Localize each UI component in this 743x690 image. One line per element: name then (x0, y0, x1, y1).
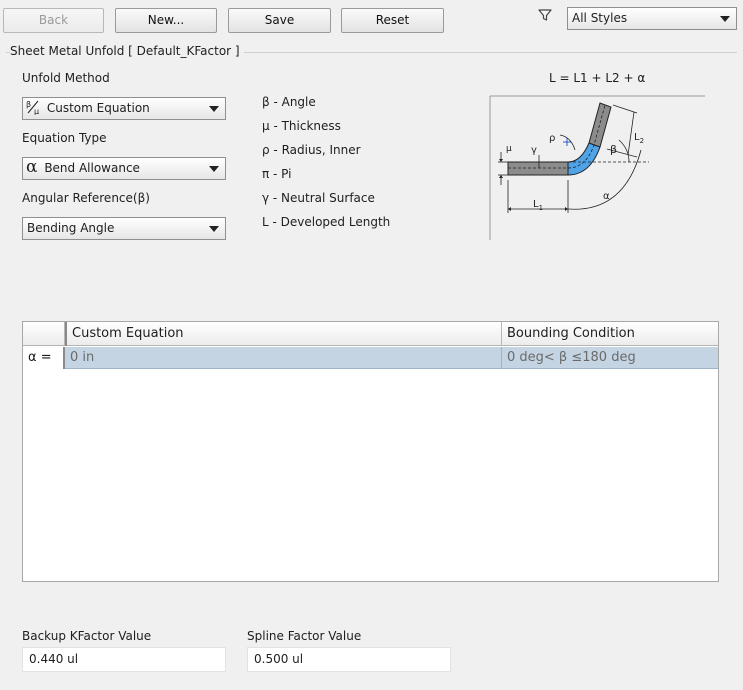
group-title: Sheet Metal Unfold [ Default_KFactor ] (10, 44, 244, 58)
legend-neutral-surface: γ - Neutral Surface (262, 191, 375, 205)
chevron-down-icon (209, 166, 219, 172)
equation-type-label: Equation Type (22, 131, 107, 145)
svg-text:μ: μ (34, 107, 39, 115)
table-row[interactable]: α = 0 in 0 deg< β ≤180 deg (23, 347, 718, 369)
equation-cell[interactable]: 0 in (65, 347, 502, 369)
row-label-cell: α = (23, 347, 65, 369)
table-header: Custom Equation Bounding Condition (23, 322, 718, 346)
angular-reference-value: Bending Angle (27, 221, 115, 235)
back-button[interactable]: Back (3, 8, 104, 33)
rho-label: ρ (549, 133, 555, 144)
angular-reference-label: Angular Reference(β) (22, 191, 150, 205)
alpha-label: α (603, 191, 610, 202)
save-button[interactable]: Save (228, 8, 331, 33)
l2-label: L2 (634, 132, 644, 145)
bend-diagram: μ γ ρ β α L1 L2 (489, 95, 706, 241)
svg-text:β: β (26, 100, 31, 109)
l1-label: L1 (533, 199, 543, 212)
spline-factor-field[interactable]: 0.500 ul (247, 647, 451, 672)
equation-type-value: Bend Allowance (44, 161, 140, 175)
chevron-down-icon (209, 106, 219, 112)
table-header-bounding-condition[interactable]: Bounding Condition (502, 322, 718, 346)
custom-equation-icon: β μ (25, 99, 43, 116)
table-header-row-label (23, 322, 65, 346)
chevron-down-icon (209, 226, 219, 232)
reset-button[interactable]: Reset (341, 8, 444, 33)
table-header-custom-equation[interactable]: Custom Equation (65, 322, 502, 346)
equation-table: Custom Equation Bounding Condition α = 0… (22, 321, 719, 582)
unfold-method-label: Unfold Method (22, 71, 110, 85)
legend-radius: ρ - Radius, Inner (262, 143, 361, 157)
legend-angle: β - Angle (262, 95, 316, 109)
legend-developed-length: L - Developed Length (262, 215, 391, 229)
backup-kfactor-label: Backup KFactor Value (22, 629, 152, 643)
backup-kfactor-field[interactable]: 0.440 ul (22, 647, 226, 672)
alpha-icon: α (26, 157, 38, 177)
condition-cell[interactable]: 0 deg< β ≤180 deg (502, 347, 718, 369)
filter-icon[interactable] (537, 7, 553, 23)
new-button[interactable]: New... (115, 8, 217, 33)
unfold-method-dropdown[interactable]: β μ Custom Equation (22, 97, 226, 120)
legend-pi: π - Pi (262, 167, 292, 181)
mu-label: μ (506, 144, 512, 154)
unfold-method-value: Custom Equation (46, 101, 150, 115)
spline-factor-label: Spline Factor Value (247, 629, 362, 643)
beta-label: β (610, 143, 617, 156)
style-filter-value: All Styles (572, 11, 628, 25)
equation-type-dropdown[interactable]: α Bend Allowance (22, 157, 226, 180)
chevron-down-icon (720, 16, 730, 22)
legend-thickness: μ - Thickness (262, 119, 341, 133)
gamma-label: γ (531, 145, 537, 156)
style-filter-dropdown[interactable]: All Styles (567, 7, 737, 30)
angular-reference-dropdown[interactable]: Bending Angle (22, 217, 226, 240)
formula-text: L = L1 + L2 + α (549, 71, 646, 85)
